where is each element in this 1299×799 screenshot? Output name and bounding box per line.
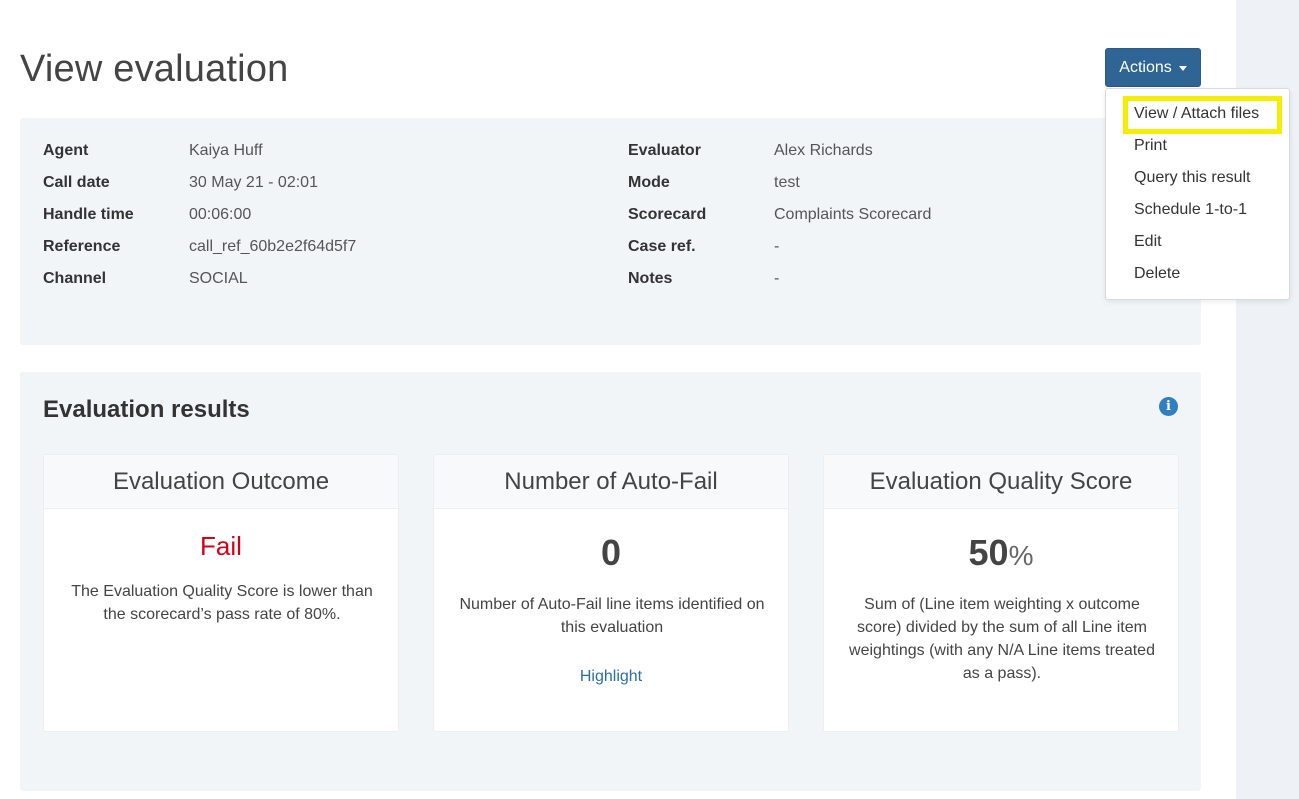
outcome-value: Fail — [200, 531, 242, 561]
card-header: Number of Auto-Fail — [434, 455, 788, 509]
results-title: Evaluation results — [43, 396, 250, 423]
menu-item-delete[interactable]: Delete — [1134, 265, 1180, 283]
menu-item-view-attach-files[interactable]: View / Attach files — [1134, 105, 1259, 123]
detail-value: call_ref_60b2e2f64d5f7 — [189, 238, 357, 255]
menu-item-query-result[interactable]: Query this result — [1134, 169, 1250, 187]
detail-value: Alex Richards — [774, 142, 873, 159]
detail-value: SOCIAL — [189, 270, 248, 287]
detail-label: Handle time — [43, 206, 134, 223]
detail-value: 00:06:00 — [189, 206, 252, 223]
card-header: Evaluation Quality Score — [824, 455, 1178, 509]
evaluation-details-panel: Agent Kaiya Huff Call date 30 May 21 - 0… — [20, 118, 1201, 345]
card-auto-fail: Number of Auto-Fail 0 Number of Auto-Fai… — [433, 454, 789, 732]
evaluation-results-panel: Evaluation results i Evaluation Outcome … — [20, 372, 1201, 791]
quality-score-value: 50% — [824, 532, 1178, 574]
detail-label: Evaluator — [628, 142, 701, 159]
detail-value: test — [774, 174, 800, 191]
auto-fail-count: 0 — [600, 532, 622, 573]
menu-item-print[interactable]: Print — [1134, 137, 1167, 155]
highlight-link[interactable]: Highlight — [434, 668, 788, 686]
detail-value: - — [774, 238, 780, 255]
detail-label: Call date — [43, 174, 110, 191]
detail-value: Kaiya Huff — [189, 142, 263, 159]
card-description: Number of Auto-Fail line items identifie… — [459, 596, 765, 636]
detail-label: Agent — [43, 142, 89, 159]
detail-value: 30 May 21 - 02:01 — [189, 174, 318, 191]
card-header: Evaluation Outcome — [44, 455, 398, 509]
card-description: Sum of (Line item weighting x outcome sc… — [849, 596, 1155, 682]
card-description: The Evaluation Quality Score is lower th… — [71, 583, 373, 623]
info-icon[interactable]: i — [1159, 397, 1178, 416]
page-title: View evaluation — [20, 48, 289, 90]
detail-value: - — [774, 270, 780, 287]
actions-dropdown-menu: View / Attach files Print Query this res… — [1105, 88, 1290, 300]
caret-down-icon — [1178, 66, 1187, 71]
actions-button-label: Actions — [1119, 58, 1172, 76]
detail-value: Complaints Scorecard — [774, 206, 932, 223]
detail-label: Reference — [43, 238, 121, 255]
detail-label: Case ref. — [628, 238, 696, 255]
card-evaluation-outcome: Evaluation Outcome Fail The Evaluation Q… — [43, 454, 399, 732]
menu-item-schedule-1-to-1[interactable]: Schedule 1-to-1 — [1134, 201, 1247, 219]
detail-label: Channel — [43, 270, 107, 287]
detail-label: Scorecard — [628, 206, 707, 223]
menu-item-edit[interactable]: Edit — [1134, 233, 1162, 251]
quality-score-number: 50 — [968, 532, 1009, 573]
quality-score-unit: % — [1008, 540, 1034, 571]
detail-label: Mode — [628, 174, 670, 191]
card-quality-score: Evaluation Quality Score 50% Sum of (Lin… — [823, 454, 1179, 732]
actions-button[interactable]: Actions — [1105, 48, 1201, 87]
detail-label: Notes — [628, 270, 673, 287]
